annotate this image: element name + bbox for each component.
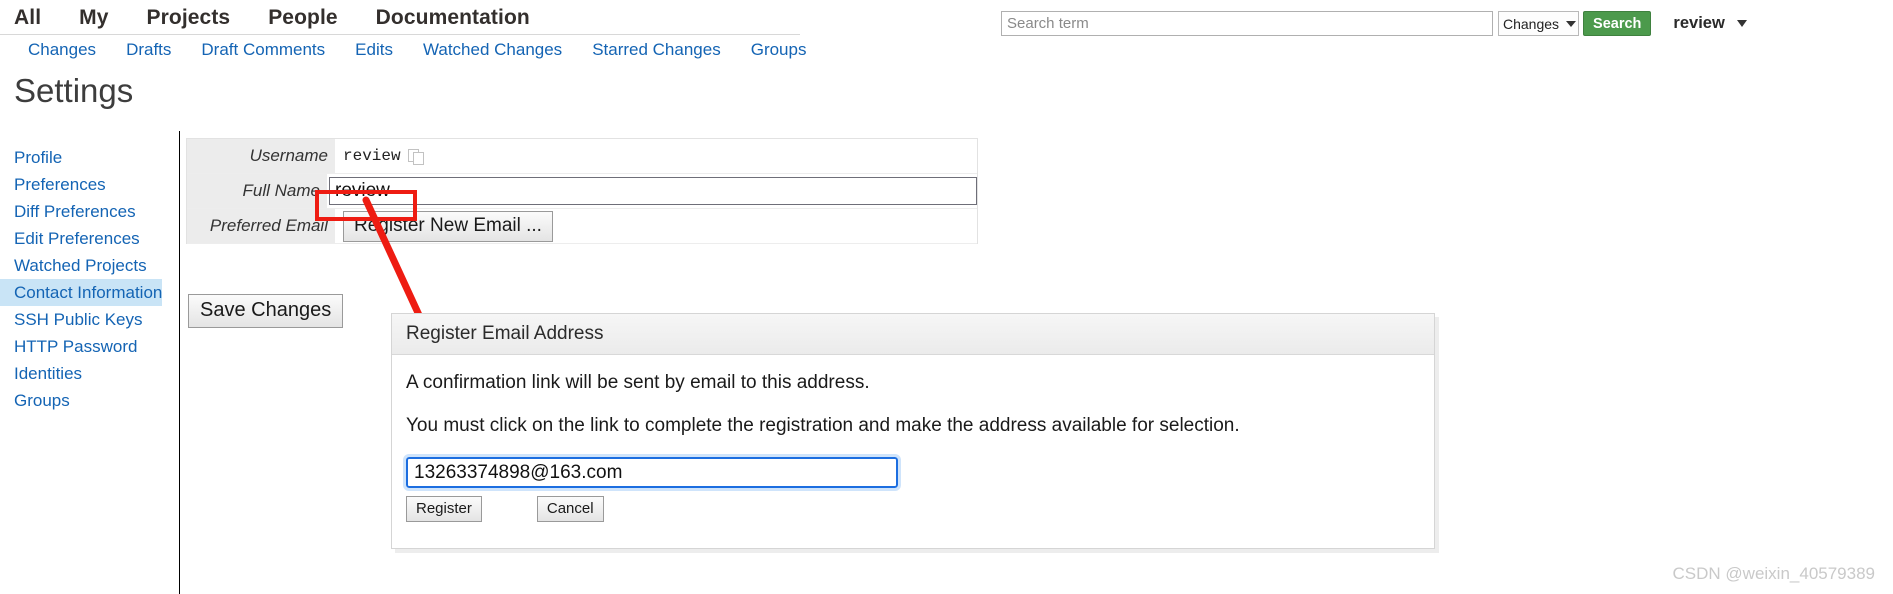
sidebar-item-diff-preferences[interactable]: Diff Preferences (0, 198, 136, 225)
dialog-title: Register Email Address (406, 323, 604, 344)
register-email-dialog: Register Email Address A confirmation li… (391, 313, 1435, 549)
register-new-email-button[interactable]: Register New Email ... (343, 210, 553, 242)
sub-nav-item-drafts[interactable]: Drafts (126, 40, 171, 60)
main-nav-item-my[interactable]: My (79, 6, 108, 30)
preferred-email-label: Preferred Email (187, 209, 335, 243)
register-button[interactable]: Register (406, 496, 482, 522)
save-changes-button[interactable]: Save Changes (188, 294, 344, 328)
username-label: Username (187, 139, 335, 173)
search-type-select[interactable]: Changes (1498, 11, 1580, 36)
sidebar-item-preferences[interactable]: Preferences (0, 171, 106, 198)
search-button[interactable]: Search (1583, 11, 1652, 36)
form-row-username: Username review (187, 139, 977, 174)
sub-navigation-bar: Changes Drafts Draft Comments Edits Watc… (0, 34, 806, 65)
email-address-input[interactable] (403, 454, 901, 491)
sidebar-item-groups[interactable]: Groups (0, 387, 70, 414)
sidebar-item-contact-information[interactable]: Contact Information (0, 279, 163, 306)
search-input[interactable] (1001, 11, 1493, 36)
search-area: Changes Search review (1001, 11, 1747, 36)
sidebar-item-http-password[interactable]: HTTP Password (0, 333, 137, 360)
main-nav-item-documentation[interactable]: Documentation (376, 6, 530, 30)
username-value-cell: review (335, 139, 977, 173)
full-name-label: Full Name (187, 174, 327, 208)
chevron-down-icon (1566, 20, 1577, 27)
account-name: review (1673, 14, 1725, 32)
sidebar-item-identities[interactable]: Identities (0, 360, 82, 387)
sub-nav-item-draft-comments[interactable]: Draft Comments (201, 40, 325, 60)
top-header: All My Projects People Documentation Cha… (0, 0, 1893, 36)
sub-nav-item-groups[interactable]: Groups (751, 40, 807, 60)
main-nav-item-people[interactable]: People (268, 6, 337, 30)
account-menu[interactable]: review (1673, 11, 1747, 36)
dialog-text-line-1: A confirmation link will be sent by emai… (406, 372, 870, 393)
contact-information-form: Username review Full Name Preferred Emai… (186, 138, 978, 244)
watermark: CSDN @weixin_40579389 (1672, 564, 1875, 583)
form-row-preferred-email: Preferred Email Register New Email ... (187, 209, 977, 244)
dialog-body: A confirmation link will be sent by emai… (392, 355, 1434, 548)
sub-nav-item-watched-changes[interactable]: Watched Changes (423, 40, 562, 60)
page-title: Settings (14, 72, 134, 109)
copy-icon[interactable] (407, 148, 425, 165)
dialog-button-row: Register Cancel (406, 496, 1420, 522)
sidebar-item-edit-preferences[interactable]: Edit Preferences (0, 225, 140, 252)
main-nav-item-all[interactable]: All (14, 6, 41, 30)
full-name-value-cell (327, 174, 977, 208)
sidebar-item-profile[interactable]: Profile (0, 144, 62, 171)
sub-navigation: Changes Drafts Draft Comments Edits Watc… (0, 35, 806, 65)
settings-sidebar: Profile Preferences Diff Preferences Edi… (0, 131, 180, 594)
sidebar-item-watched-projects[interactable]: Watched Projects (0, 252, 147, 279)
main-nav-item-projects[interactable]: Projects (147, 6, 231, 30)
preferred-email-value-cell: Register New Email ... (335, 209, 977, 243)
dialog-text-line-2: You must click on the link to complete t… (406, 415, 1240, 436)
chevron-down-icon (1736, 20, 1747, 27)
copy-icon-sheet-front (412, 151, 424, 165)
sub-nav-item-edits[interactable]: Edits (355, 40, 393, 60)
full-name-input[interactable] (329, 177, 977, 205)
sidebar-item-ssh-public-keys[interactable]: SSH Public Keys (0, 306, 143, 333)
dialog-titlebar: Register Email Address (392, 314, 1434, 355)
cancel-button[interactable]: Cancel (536, 496, 604, 522)
search-type-label: Changes (1503, 15, 1560, 32)
sub-nav-item-starred-changes[interactable]: Starred Changes (592, 40, 721, 60)
sub-nav-item-changes[interactable]: Changes (28, 40, 96, 60)
form-row-full-name: Full Name (187, 174, 977, 209)
main-navigation: All My Projects People Documentation (0, 0, 568, 36)
username-value: review (343, 147, 401, 165)
